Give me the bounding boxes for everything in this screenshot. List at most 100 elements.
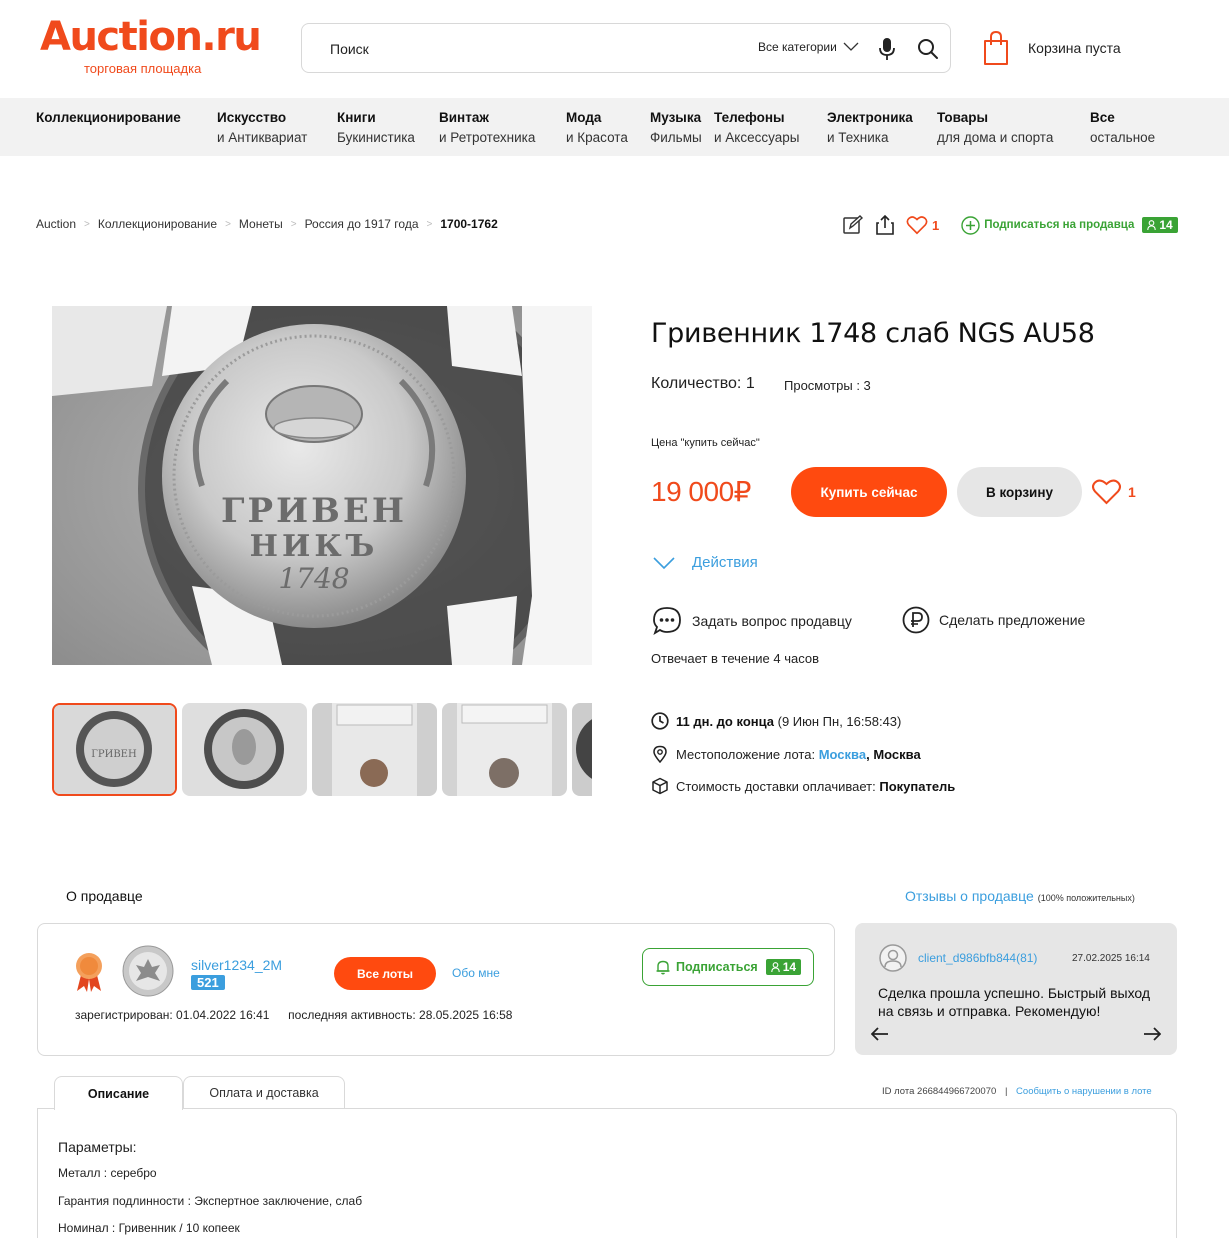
arrow-left-icon[interactable] bbox=[871, 1027, 889, 1041]
make-offer-button[interactable]: Сделать предложение bbox=[902, 606, 1085, 634]
share-icon[interactable] bbox=[874, 214, 896, 236]
favorites-count: 1 bbox=[932, 217, 940, 233]
category-other[interactable]: Все остальное bbox=[1090, 108, 1155, 148]
buy-now-button[interactable]: Купить сейчас bbox=[791, 467, 947, 517]
search-bar: Все категории bbox=[301, 23, 951, 73]
subscribe-seller-link[interactable]: Подписаться на продавца 14 bbox=[961, 215, 1178, 235]
favorites-count: 1 bbox=[1128, 483, 1136, 500]
lot-top-actions: 1 Подписаться на продавца 14 bbox=[842, 214, 1178, 236]
ask-seller-button[interactable]: Задать вопрос продавцу bbox=[652, 606, 852, 636]
category-sub: Букинистика bbox=[337, 130, 415, 145]
breadcrumb-item[interactable]: Монеты bbox=[239, 217, 283, 231]
breadcrumb: Auction > Коллекционирование > Монеты > … bbox=[36, 217, 498, 231]
heart-icon[interactable] bbox=[906, 214, 928, 236]
arrow-right-icon[interactable] bbox=[1143, 1027, 1161, 1041]
review-text: Сделка прошла успешно. Быстрый выход на … bbox=[878, 985, 1151, 1019]
report-violation-link[interactable]: Сообщить о нарушении в лоте bbox=[1016, 1086, 1152, 1097]
category-title: Музыка bbox=[650, 110, 702, 125]
actions-label: Действия bbox=[692, 554, 758, 571]
location-label: Местоположение лота: bbox=[676, 746, 816, 762]
category-home[interactable]: Товары для дома и спорта bbox=[937, 108, 1053, 148]
category-title: Винтаж bbox=[439, 110, 489, 125]
bell-icon bbox=[656, 960, 670, 975]
category-sub: для дома и спорта bbox=[937, 130, 1054, 145]
category-collecting[interactable]: Коллекционирование bbox=[36, 108, 181, 128]
box-icon bbox=[652, 777, 668, 795]
category-art[interactable]: Искусство и Антиквариат bbox=[217, 108, 307, 148]
cart-label: Корзина пуста bbox=[1028, 40, 1121, 56]
category-title: Все bbox=[1090, 110, 1115, 125]
logo-text[interactable]: Auction.ru bbox=[40, 14, 262, 60]
clock-icon bbox=[651, 712, 669, 730]
review-author-link[interactable]: client_d986bfb844(81) bbox=[918, 951, 1037, 965]
breadcrumb-item[interactable]: Auction bbox=[36, 217, 76, 231]
category-phones[interactable]: Телефоны и Аксессуары bbox=[714, 108, 799, 148]
all-lots-button[interactable]: Все лоты bbox=[334, 957, 436, 990]
coin-thumbnail: ГРИВЕН bbox=[54, 705, 175, 794]
thumbnail-1[interactable]: ГРИВЕН bbox=[52, 703, 177, 796]
cart[interactable]: Корзина пуста bbox=[982, 30, 1121, 66]
breadcrumb-item[interactable]: Россия до 1917 года bbox=[305, 217, 419, 231]
category-title: Книги bbox=[337, 110, 376, 125]
tab-description[interactable]: Описание bbox=[54, 1076, 183, 1110]
logo[interactable]: Auction.ru торговая площадка bbox=[40, 14, 262, 76]
category-vintage[interactable]: Винтаж и Ретротехника bbox=[439, 108, 535, 148]
chevron-down-icon bbox=[653, 556, 675, 569]
svg-text:ГРИВЕН: ГРИВЕН bbox=[91, 749, 137, 760]
category-sub: и Ретротехника bbox=[439, 130, 536, 145]
seller-reviews-note: (100% положительных) bbox=[1037, 893, 1135, 903]
make-offer-label: Сделать предложение bbox=[939, 612, 1086, 628]
microphone-icon[interactable] bbox=[878, 37, 896, 61]
tab-payment-delivery[interactable]: Оплата и доставка bbox=[183, 1076, 345, 1109]
seller-avatar[interactable] bbox=[122, 945, 174, 997]
shopping-bag-icon bbox=[984, 30, 1008, 65]
about-me-link[interactable]: Обо мне bbox=[452, 966, 500, 980]
description-panel: Параметры: Металл : серебро Гарантия под… bbox=[37, 1108, 1177, 1238]
main-product-image[interactable]: ГРИВЕН НИКЪ 1748 bbox=[52, 306, 592, 665]
category-fashion[interactable]: Мода и Красота bbox=[566, 108, 628, 148]
actions-toggle[interactable]: Действия bbox=[652, 554, 758, 571]
seller-name-link[interactable]: silver1234_2M bbox=[191, 957, 282, 973]
user-icon bbox=[770, 962, 780, 972]
add-to-cart-button[interactable]: В корзину bbox=[957, 467, 1082, 517]
category-nav: Коллекционирование Искусство и Антиквариа… bbox=[0, 98, 1229, 156]
slab-thumbnail bbox=[312, 703, 437, 796]
search-input[interactable] bbox=[330, 36, 730, 62]
lot-id-row: ID лота 266844966720070 | Сообщить о нар… bbox=[882, 1086, 1152, 1097]
favorite-button[interactable]: 1 bbox=[1091, 478, 1136, 505]
category-electronics[interactable]: Электроника и Техника bbox=[827, 108, 913, 148]
seller-reviews-link[interactable]: Отзывы о продавце (100% положительных) bbox=[905, 888, 1135, 904]
plus-circle-icon bbox=[961, 215, 980, 235]
breadcrumb-item[interactable]: Коллекционирование bbox=[98, 217, 217, 231]
category-title: Мода bbox=[566, 110, 602, 125]
category-title: Искусство bbox=[217, 110, 287, 125]
breadcrumb-separator-icon: > bbox=[426, 218, 433, 230]
search-icon[interactable] bbox=[916, 37, 940, 61]
thumbnail-4[interactable] bbox=[442, 703, 567, 796]
subscribe-label: Подписаться bbox=[675, 960, 758, 974]
seller-card: silver1234_2M 521 Все лоты Обо мне Подпи… bbox=[37, 923, 835, 1056]
seller-last-activity: последняя активность: 28.05.2025 16:58 bbox=[288, 1008, 513, 1022]
location-city-link[interactable]: Москва bbox=[819, 747, 866, 762]
category-title: Электроника bbox=[827, 110, 913, 125]
category-select[interactable]: Все категории bbox=[758, 40, 859, 54]
thumbnail-2[interactable] bbox=[182, 703, 307, 796]
param-nominal: Номинал : Гривенник / 10 копеек bbox=[58, 1221, 240, 1235]
thumbnail-5[interactable] bbox=[572, 703, 592, 796]
param-metal: Металл : серебро bbox=[58, 1166, 157, 1180]
lot-id-separator: | bbox=[1004, 1086, 1008, 1097]
svg-text:НИКЪ: НИКЪ bbox=[250, 529, 379, 564]
edit-icon[interactable] bbox=[842, 214, 864, 236]
product-views: Просмотры : 3 bbox=[784, 378, 871, 393]
coin-thumbnail bbox=[182, 703, 307, 796]
user-icon bbox=[1147, 220, 1157, 230]
category-title: Товары bbox=[937, 110, 989, 125]
category-music[interactable]: Музыка Фильмы bbox=[650, 108, 702, 148]
svg-text:ГРИВЕН: ГРИВЕН bbox=[221, 491, 407, 531]
category-books[interactable]: Книги Букинистика bbox=[337, 108, 415, 148]
ruble-circle-icon bbox=[902, 606, 930, 634]
user-avatar-icon bbox=[879, 944, 907, 972]
thumbnail-3[interactable] bbox=[312, 703, 437, 796]
review-date: 27.02.2025 16:14 bbox=[1072, 953, 1150, 964]
subscribe-button[interactable]: Подписаться 14 bbox=[642, 948, 814, 986]
